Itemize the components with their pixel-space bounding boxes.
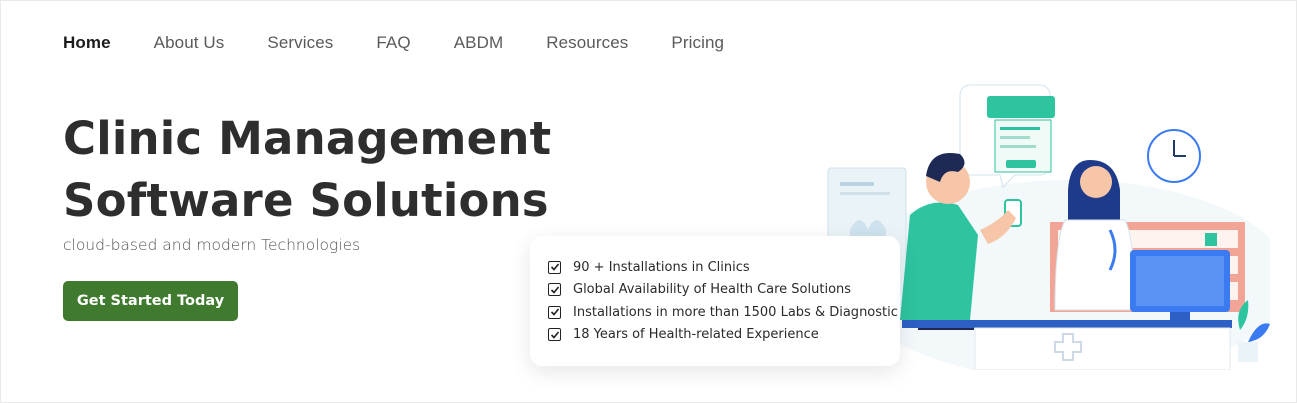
nav-item-abdm[interactable]: ABDM	[454, 33, 504, 53]
checkbox-checked-icon	[548, 328, 561, 342]
hero-title: Clinic Management Software Solutions	[63, 108, 551, 232]
app-bubble	[959, 84, 1055, 188]
feature-item: Global Availability of Health Care Solut…	[548, 279, 900, 302]
checkbox-checked-icon	[548, 305, 561, 319]
hero-title-line2: Software Solutions	[63, 174, 549, 227]
feature-text: Installations in more than 1500 Labs & D…	[573, 304, 898, 320]
nav-item-about-us[interactable]: About Us	[154, 33, 225, 53]
main-nav: Home About Us Services FAQ ABDM Resource…	[63, 33, 767, 53]
feature-text: 90 + Installations in Clinics	[573, 259, 750, 275]
nav-item-home[interactable]: Home	[63, 33, 111, 53]
nav-item-pricing[interactable]: Pricing	[671, 33, 724, 53]
hero-title-line1: Clinic Management	[63, 112, 552, 165]
feature-item: 90 + Installations in Clinics	[548, 256, 900, 279]
nav-item-faq[interactable]: FAQ	[376, 33, 410, 53]
nav-item-services[interactable]: Services	[267, 33, 333, 53]
feature-text: 18 Years of Health-related Experience	[573, 327, 819, 343]
nav-item-resources[interactable]: Resources	[546, 33, 628, 53]
feature-item: Installations in more than 1500 Labs & D…	[548, 301, 900, 324]
get-started-button[interactable]: Get Started Today	[63, 281, 238, 321]
checkbox-checked-icon	[548, 283, 561, 297]
checkbox-checked-icon	[548, 260, 561, 274]
features-card: 90 + Installations in Clinics Global Ava…	[530, 236, 900, 366]
hero-subtitle: cloud-based and modern Technologies	[63, 236, 361, 254]
feature-text: Global Availability of Health Care Solut…	[573, 282, 852, 298]
clock-icon	[1147, 129, 1201, 183]
feature-item: 18 Years of Health-related Experience	[548, 324, 900, 347]
